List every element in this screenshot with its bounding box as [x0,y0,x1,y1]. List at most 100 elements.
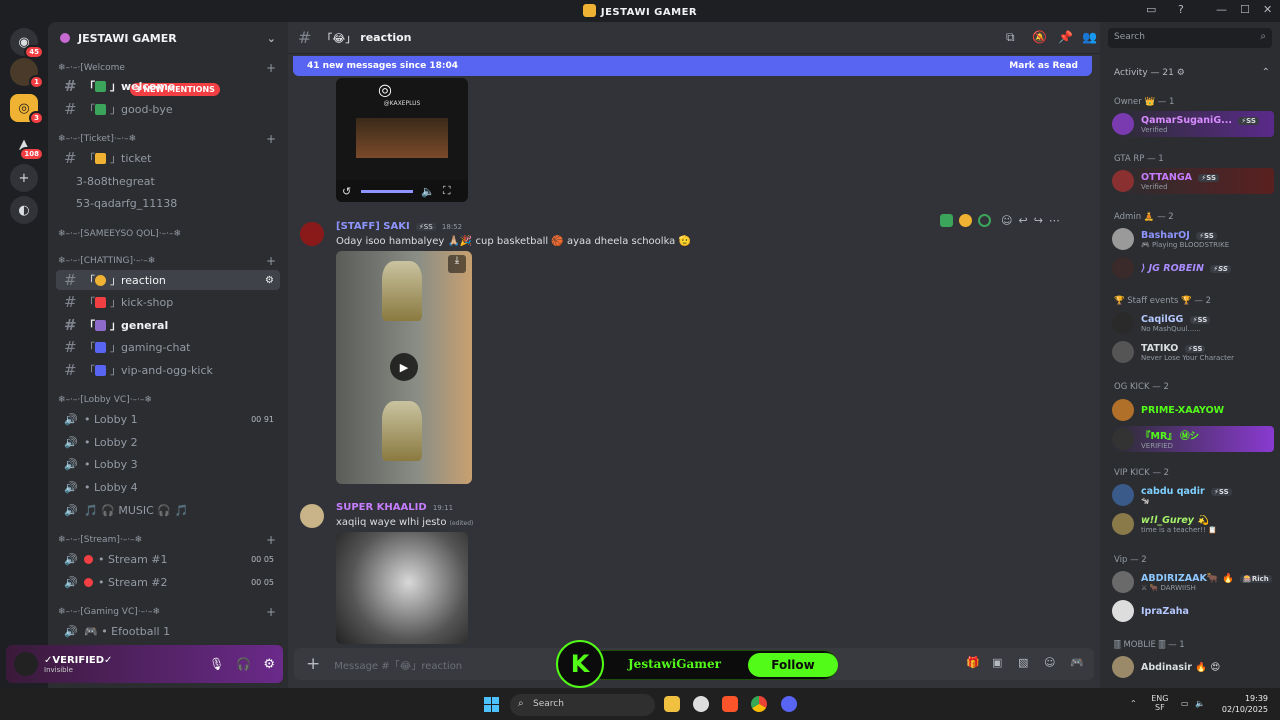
voice-lobby-3[interactable]: 🔊 • Lobby 3 [56,454,280,474]
user-settings-icon[interactable]: ⚙ [263,657,275,672]
voice-lobby-2[interactable]: 🔊 • Lobby 2 [56,432,280,452]
member-item[interactable]: OTTANGA ⚡SS Verified [1112,168,1274,194]
member-list-icon[interactable]: 👥 [1082,30,1097,44]
channel-general[interactable]: # 「」 general [56,315,280,335]
channel-gaming-chat[interactable]: # 「」 gaming-chat [56,337,280,357]
download-icon[interactable]: ⤓ [448,255,466,273]
close-button[interactable]: ✕ [1263,3,1272,16]
server-icon-1[interactable]: 1 [10,58,44,89]
voice-lobby-1[interactable]: 🔊 • Lobby 1 00 91 [56,409,280,429]
message-input[interactable]: Message #「😂」reaction [334,657,462,672]
avatar[interactable] [300,222,324,246]
emoji-icon[interactable]: ☺ [1044,656,1055,669]
activity-header[interactable]: Activity — 21 ⚙ [1114,68,1185,78]
verified-reaction-icon[interactable] [978,213,991,227]
volume-slider[interactable] [361,189,414,193]
member-item[interactable]: ⟩ JG ROBEIN ⚡SS [1112,255,1274,281]
add-server-icon[interactable]: + [10,164,38,192]
channel-vip-and-ogg-kick[interactable]: # 「」 vip-and-ogg-kick [56,360,280,380]
add-reaction-icon[interactable]: ☺ [1001,214,1012,227]
reply-icon[interactable]: ↩ [1018,214,1027,227]
help-icon[interactable]: ? [1178,3,1184,16]
channel-kick-shop[interactable]: # 「」 kick-shop [56,292,280,312]
taskbar-clock[interactable]: 19:39 02/10/2025 [1222,693,1268,715]
settings-app-icon[interactable] [693,696,709,712]
category-lobby-vc[interactable]: ❄–·–·[Lobby VC]·–·–❄ [58,393,276,407]
server-header[interactable]: JESTAWI GAMER ⌄ [48,22,288,54]
avatar[interactable] [14,652,38,676]
fullscreen-icon[interactable]: ⛶ [443,184,451,198]
chevron-up-icon[interactable]: ⌃ [1262,67,1270,78]
replay-icon[interactable]: ↺ [342,185,351,198]
member-item[interactable]: QamarSuganiG... ⚡SS Verified [1112,111,1274,137]
forward-icon[interactable]: ↪ [1034,214,1043,227]
microphone-icon[interactable]: 🎙 [209,657,224,671]
voice-lobby-4[interactable]: 🔊 • Lobby 4 [56,477,280,497]
tray-overflow-icon[interactable]: ⌃ [1130,699,1137,708]
file-explorer-icon[interactable] [664,696,680,712]
member-item[interactable]: Abdinasir 🔥 😍 [1112,654,1274,680]
volume-icon[interactable]: 🔈 [421,185,435,198]
upload-plus-icon[interactable]: + [306,654,320,674]
kick-follow-button[interactable]: Follow [748,653,838,677]
message-author[interactable]: SUPER KHAALID [336,502,427,513]
image-attachment[interactable] [336,532,468,644]
maximize-button[interactable]: ☐ [1240,3,1250,16]
avatar[interactable] [300,504,324,528]
category-gaming-vc[interactable]: ❄–·–·[Gaming VC]·–·–❄ + [58,605,276,619]
sticker-icon[interactable]: ▧ [1018,656,1028,669]
gif-icon[interactable]: ▣ [992,656,1002,669]
check-reaction-icon[interactable] [940,213,953,227]
member-item[interactable]: TATIKO ⚡SS Never Lose Your Character [1112,339,1274,365]
notifications-muted-icon[interactable]: 🔕 [1032,30,1047,44]
settings-gear-icon[interactable]: ⚙ [265,275,274,286]
member-item[interactable]: cabdu qadir ⚡SS 🐄 [1112,482,1274,508]
network-icon[interactable]: ▭ [1181,699,1189,708]
more-options-icon[interactable]: ⋯ [1049,214,1060,227]
add-channel-icon[interactable]: + [266,132,276,146]
channel-good-bye[interactable]: # 「」 good-bye [56,99,280,119]
inbox-icon[interactable]: ▭ [1146,3,1156,16]
category-welcome[interactable]: ❄–·–·[Welcome + [58,61,276,75]
taskbar-search[interactable]: ⌕ Search [510,694,655,716]
new-messages-bar[interactable]: 41 new messages since 18:04 Mark as Read [293,56,1092,76]
headphones-icon[interactable]: 🎧 [236,657,251,671]
member-item[interactable]: CaqilGG ⚡SS No MashQuul...... [1112,310,1274,336]
threads-icon[interactable]: ⧉ [1006,30,1015,45]
channel-ticket-1[interactable]: 3-8o8thegreat [56,171,280,191]
channel-ticket[interactable]: # 「」 ticket [56,148,280,168]
language-indicator[interactable]: ENG SF [1151,694,1168,712]
member-item[interactable]: IpraZaha [1112,598,1274,624]
voice-stream-1[interactable]: 🔊 • Stream #1 00 05 [56,549,280,569]
activities-icon[interactable]: 🎮 [1070,656,1084,669]
add-channel-icon[interactable]: + [266,605,276,619]
category-chatting[interactable]: ❄–·–·[CHATTING]·–·–❄ + [58,254,276,268]
chrome-icon[interactable] [751,696,767,712]
video-attachment[interactable]: ▶ ⤓ [336,251,472,484]
member-item[interactable]: BasharOJ ⚡SS 🎮 Playing BLOODSTRIKE [1112,226,1274,252]
heart-eyes-reaction-icon[interactable] [959,213,972,227]
windows-start-icon[interactable] [484,697,499,712]
channel-ticket-2[interactable]: 53-qadarfg_11138 [56,193,280,213]
add-channel-icon[interactable]: + [266,533,276,547]
chevron-down-icon[interactable]: ⌄ [267,32,276,45]
video-attachment[interactable]: ◎ @KAXEPLUS ↺ 🔈 ⛶ [336,78,468,202]
discover-icon[interactable]: ◐ [10,196,38,224]
pinned-messages-icon[interactable]: 📌 [1058,30,1073,44]
volume-icon[interactable]: 🔈 [1195,699,1205,708]
server-icon-jestawi[interactable]: ◎ 3 [10,94,44,125]
add-channel-icon[interactable]: + [266,254,276,268]
message-author[interactable]: [STAFF] SAKI [336,221,410,232]
direct-messages-icon[interactable]: ◉ 45 [10,28,44,59]
server-folder-icon[interactable]: ▲ 108 [10,130,44,161]
gift-icon[interactable]: 🎁 [966,656,980,669]
category-sameeyso[interactable]: ❄–·–·[SAMEEYSO QOL]·–·–❄ [58,227,276,241]
voice-music[interactable]: 🔊 🎵 🎧 MUSIC 🎧 🎵 [56,500,280,520]
member-item[interactable]: PRIME-XAAYOW [1112,397,1274,423]
category-stream[interactable]: ❄–·–·[Stream]·–·–❄ + [58,533,276,547]
voice-stream-2[interactable]: 🔊 • Stream #2 00 05 [56,572,280,592]
search-input[interactable]: Search ⌕ [1108,28,1272,48]
member-item[interactable]: w!l_Gurey 💫 time is a teacher!! 📋 [1112,511,1274,537]
member-item[interactable]: ABDIRIZAAK🐂 🔥 🎰Rich ⚔ 🐂 DARWIISH [1112,569,1274,595]
minimize-button[interactable]: — [1216,3,1227,16]
